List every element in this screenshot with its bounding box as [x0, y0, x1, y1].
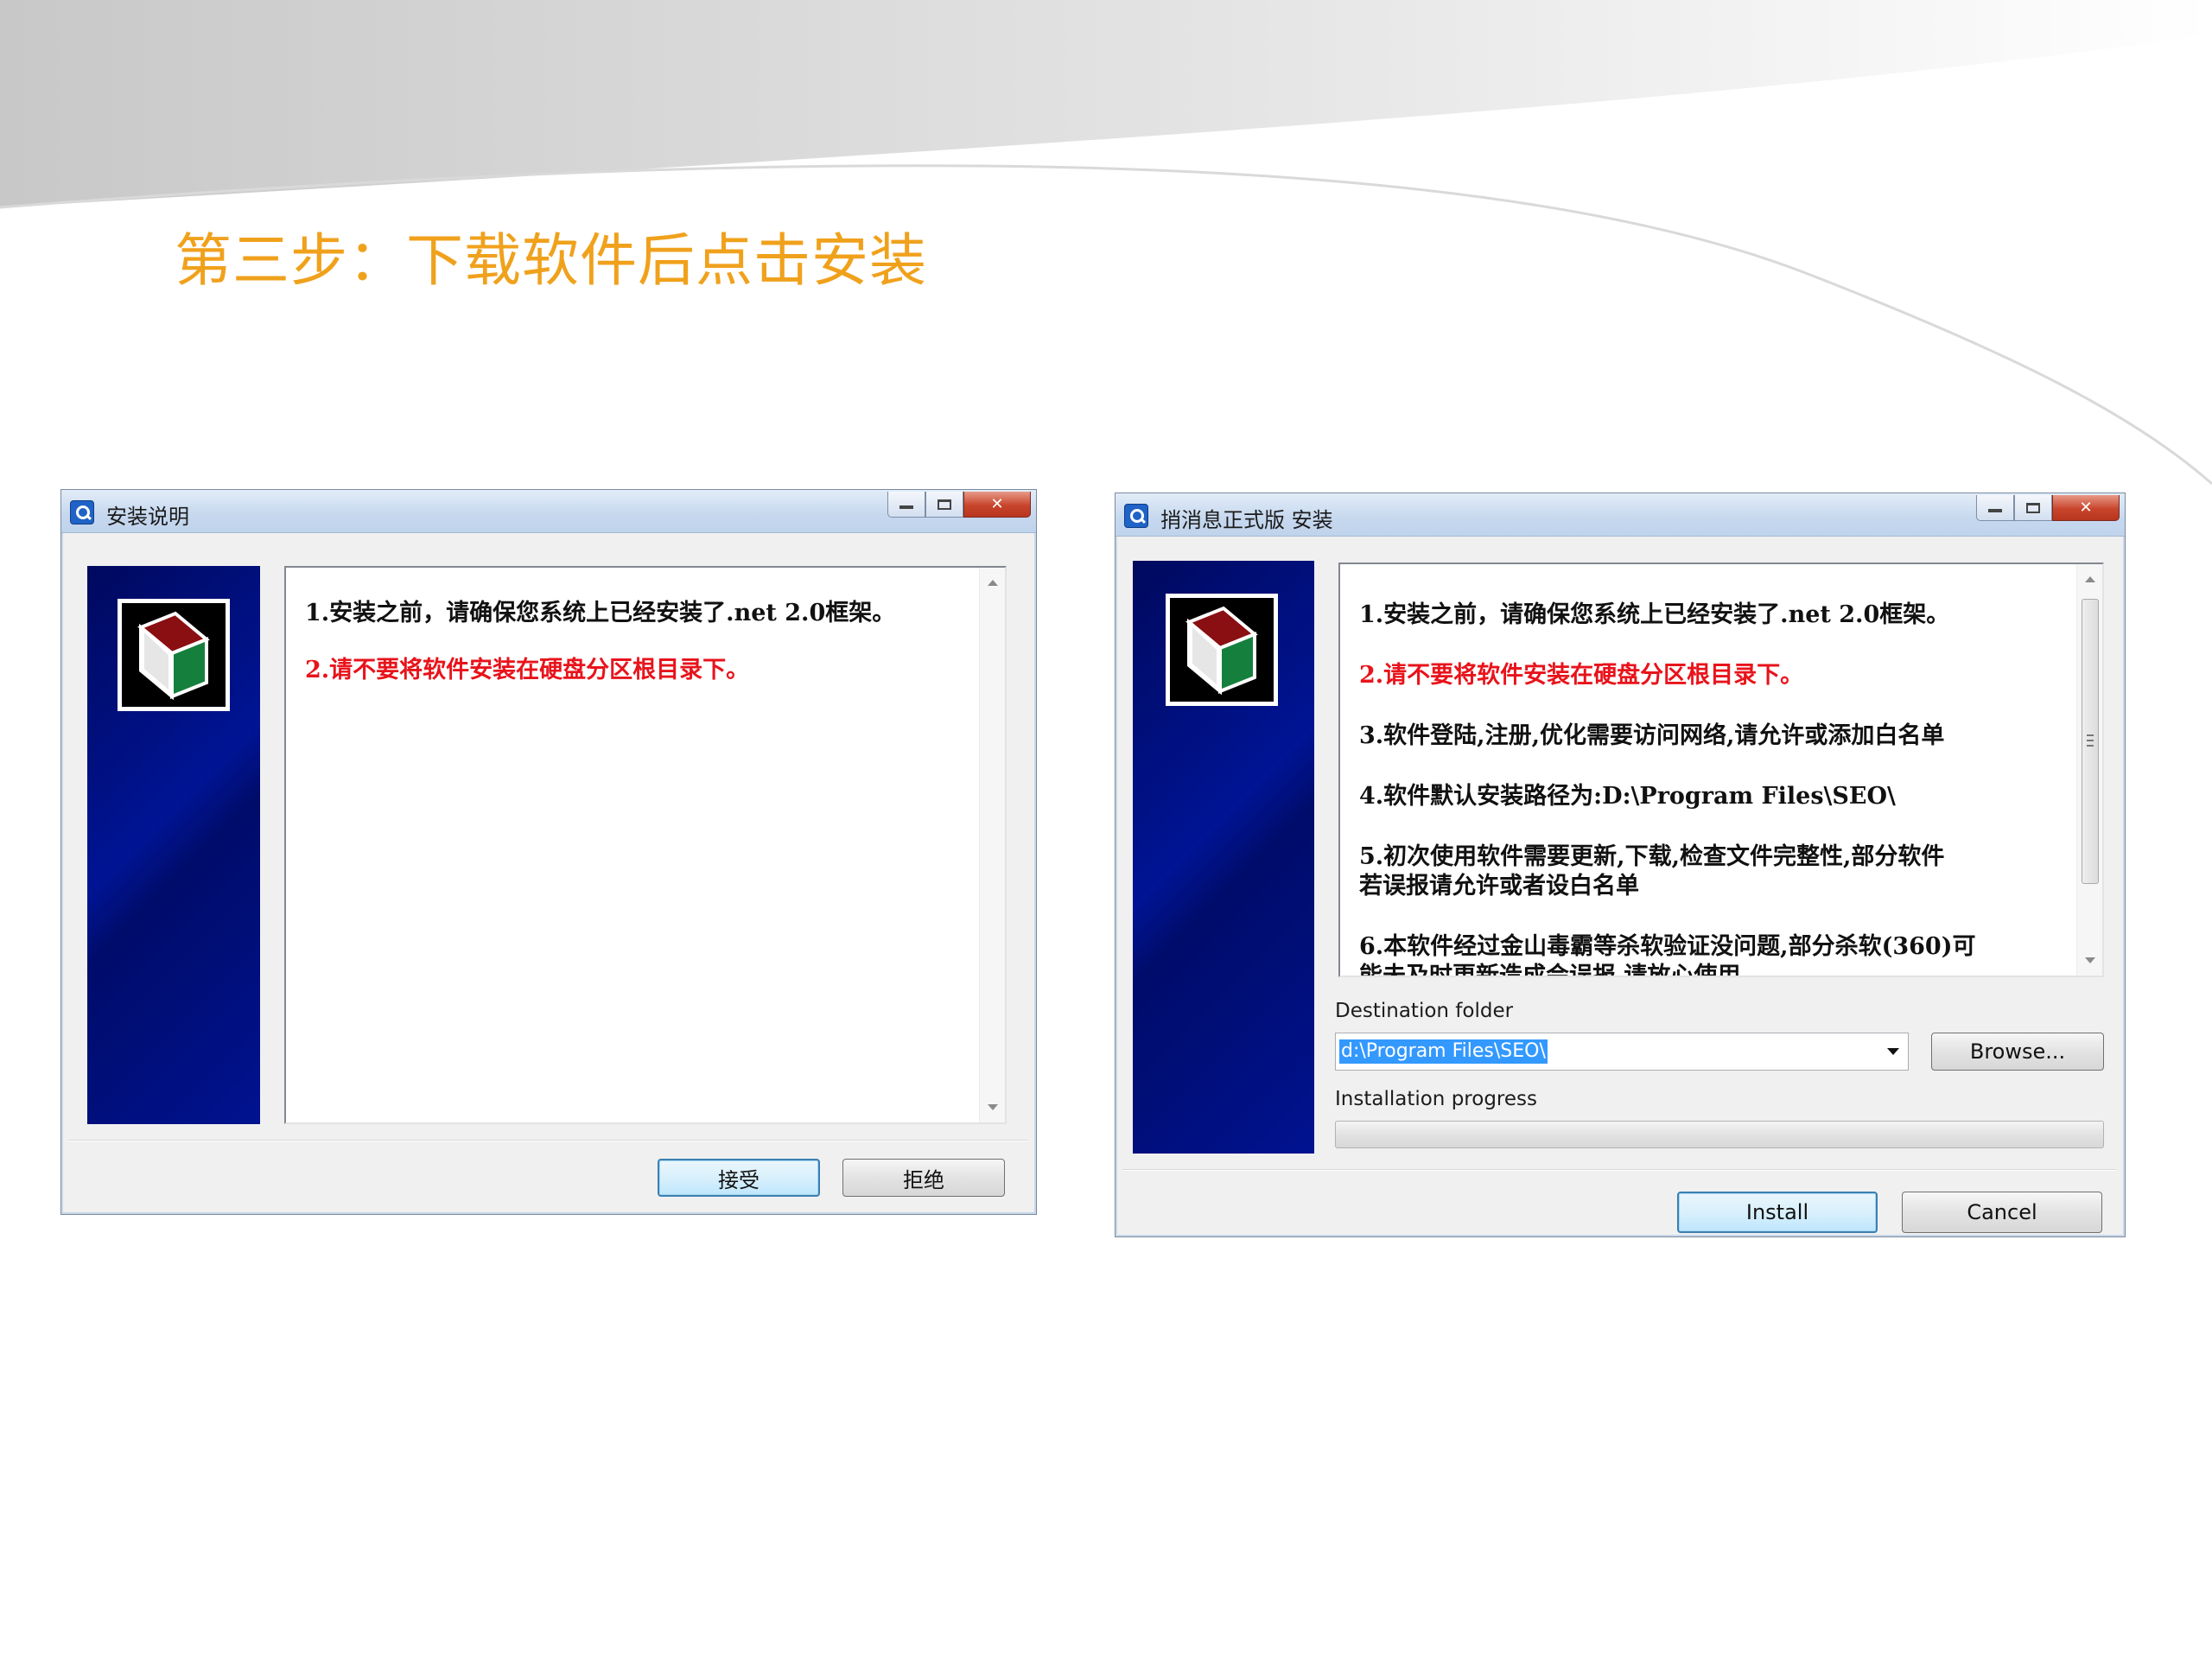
note-line-6b: 能未及时更新造成会误报,请放心使用 — [1359, 963, 1741, 977]
scroll-down-icon[interactable] — [988, 1104, 998, 1110]
app-search-icon — [70, 500, 94, 524]
scroll-down-icon[interactable] — [2085, 957, 2095, 963]
note-line-5b: 若误报请允许或者设白名单 — [1359, 873, 1639, 899]
footer-divider — [1122, 1169, 2116, 1171]
grip-icon — [2087, 734, 2094, 736]
vertical-scrollbar[interactable] — [979, 568, 1005, 1122]
window-title: 安装说明 — [106, 505, 189, 529]
maximize-button[interactable] — [925, 492, 963, 518]
installer-dialog: 捎消息正式版 安装 ✕ 1.安装之前，请确保您系统上已经安装了.net 2.0框… — [1115, 493, 2126, 1237]
title-bar[interactable]: 安装说明 ✕ — [61, 490, 1036, 533]
scroll-up-icon[interactable] — [988, 580, 998, 586]
minimize-button[interactable] — [887, 492, 925, 518]
minimize-icon — [899, 505, 913, 509]
install-button[interactable]: Install — [1677, 1192, 1878, 1233]
destination-folder-label: Destination folder — [1335, 1000, 1514, 1022]
reject-button[interactable]: 拒绝 — [842, 1159, 1005, 1197]
cancel-button[interactable]: Cancel — [1902, 1192, 2102, 1233]
footer-divider — [68, 1140, 1027, 1141]
installation-progress-bar — [1335, 1121, 2104, 1148]
slide-title: 第三步：下载软件后点击安装 — [175, 227, 927, 294]
note-line-4: 4.软件默认安装路径为:D:\Program Files\SEO\ — [1359, 783, 1896, 810]
package-box-icon — [1166, 594, 1278, 706]
title-bar[interactable]: 捎消息正式版 安装 ✕ — [1116, 493, 2125, 537]
close-icon: ✕ — [2079, 499, 2093, 517]
installer-banner — [1133, 561, 1314, 1154]
window-title: 捎消息正式版 安装 — [1160, 508, 1333, 532]
chevron-down-icon[interactable] — [1887, 1048, 1899, 1055]
close-button[interactable]: ✕ — [963, 492, 1031, 518]
maximize-icon — [938, 499, 951, 510]
note-line-1: 1.安装之前，请确保您系统上已经安装了.net 2.0框架。 — [305, 600, 896, 626]
destination-folder-value[interactable]: d:\Program Files\SEO\ — [1339, 1039, 1548, 1064]
minimize-button[interactable] — [1976, 495, 2014, 521]
app-search-icon — [1124, 504, 1148, 528]
maximize-icon — [2026, 502, 2040, 513]
note-line-2: 2.请不要将软件安装在硬盘分区根目录下。 — [305, 657, 750, 683]
destination-folder-combo[interactable]: d:\Program Files\SEO\ — [1335, 1033, 1909, 1071]
maximize-button[interactable] — [2014, 495, 2052, 521]
note-line-3: 3.软件登陆,注册,优化需要访问网络,请允许或添加白名单 — [1359, 722, 1945, 749]
scroll-thumb[interactable] — [2082, 599, 2099, 884]
close-button[interactable]: ✕ — [2052, 495, 2120, 521]
grip-icon — [2087, 745, 2094, 747]
installer-banner — [87, 566, 260, 1124]
note-line-2: 2.请不要将软件安装在硬盘分区根目录下。 — [1359, 662, 1804, 689]
installation-progress-label: Installation progress — [1335, 1088, 1537, 1110]
install-notes-dialog: 安装说明 ✕ 1.安装之前，请确保您系统上已经安装了.net 2.0框架。 2.… — [60, 489, 1037, 1215]
accept-button[interactable]: 接受 — [658, 1159, 820, 1197]
close-icon: ✕ — [990, 495, 1004, 513]
scroll-up-icon[interactable] — [2085, 576, 2095, 582]
vertical-scrollbar[interactable] — [2076, 564, 2102, 976]
install-notes-text[interactable]: 1.安装之前，请确保您系统上已经安装了.net 2.0框架。 2.请不要将软件安… — [284, 566, 1007, 1124]
minimize-icon — [1988, 508, 2002, 512]
install-notes-text[interactable]: 1.安装之前，请确保您系统上已经安装了.net 2.0框架。 2.请不要将软件安… — [1338, 563, 2104, 977]
browse-button[interactable]: Browse... — [1931, 1033, 2104, 1071]
grip-icon — [2087, 740, 2094, 741]
package-box-icon — [118, 599, 230, 711]
note-line-1: 1.安装之前，请确保您系统上已经安装了.net 2.0框架。 — [1359, 601, 1950, 628]
